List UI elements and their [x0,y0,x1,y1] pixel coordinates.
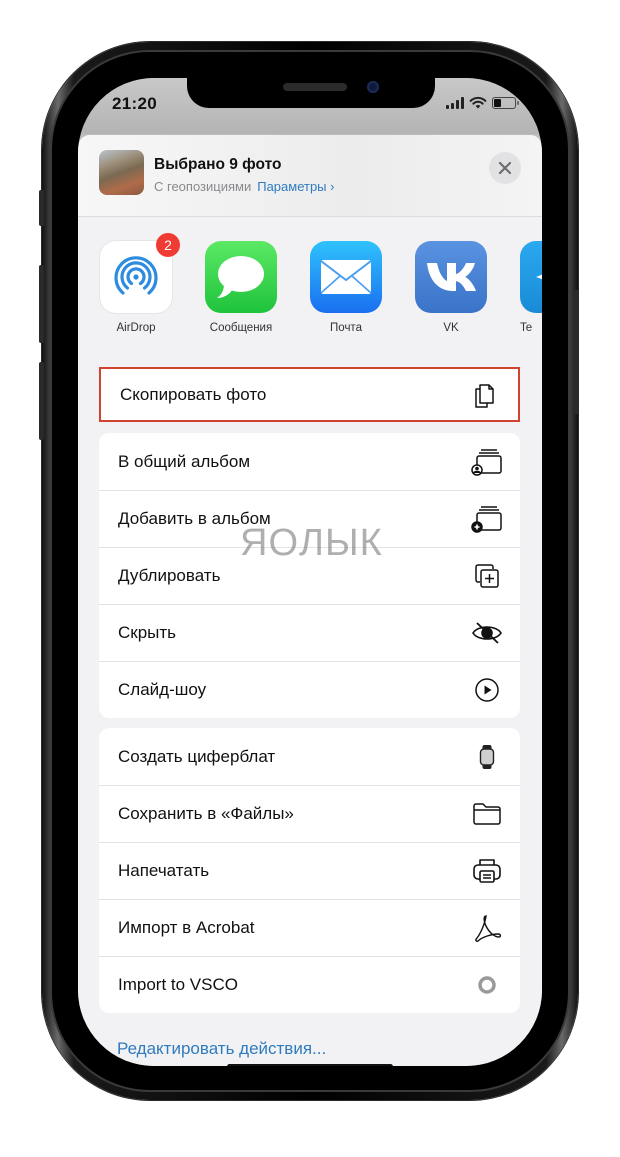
chevron-right-icon: › [330,179,335,194]
action-slideshow[interactable]: Слайд-шоу [99,661,520,718]
options-link-label: Параметры [257,179,327,194]
actions-group-photos: В общий альбом Добавить в альбом Дублиро… [99,433,520,718]
action-label: Import to VSCO [118,974,238,994]
vk-icon [415,241,487,313]
geolocation-label: С геопозициями [154,179,252,194]
action-label: Импорт в Acrobat [118,917,255,937]
action-label: Слайд-шоу [118,679,207,699]
status-icons [446,96,519,109]
app-label: Почта [330,322,362,334]
action-copy-photo[interactable]: Скопировать фото [101,369,518,420]
volume-down-button [39,362,44,440]
print-icon [471,855,503,887]
app-telegram[interactable]: Te [511,241,542,334]
folder-icon [471,798,503,830]
volume-up-button [39,265,44,343]
action-import-vsco[interactable]: Import to VSCO [99,956,520,1013]
app-airdrop[interactable]: 2 AirDrop [91,233,181,334]
selection-title: Выбрано 9 фото [154,156,282,173]
action-label: Добавить в альбом [118,508,271,528]
watch-face-icon [471,741,503,773]
power-button [574,290,579,414]
mail-icon [310,241,382,313]
app-label: VK [443,322,459,334]
messages-icon [205,241,277,313]
action-label: Напечатать [118,860,210,880]
status-time: 21:20 [112,94,157,113]
shared-album-icon [471,446,503,478]
selection-subtitle: С геопозициями Параметры › [154,179,335,194]
cellular-signal-icon [446,96,464,109]
options-link[interactable]: Параметры › [257,179,334,194]
copy-photo-card: Скопировать фото [99,367,520,422]
home-indicator[interactable] [227,1064,393,1066]
telegram-icon [520,241,542,313]
close-button[interactable] [489,152,521,184]
close-icon [498,161,512,175]
duplicate-icon [471,560,503,592]
wifi-icon [469,96,487,109]
battery-icon [492,96,519,109]
app-label: Сообщения [209,322,273,334]
status-bar: 21:20 [78,78,542,134]
action-hide[interactable]: Скрыть [99,604,520,661]
share-apps-row: 2 AirDrop Сообщения Почта VK Te [78,218,542,346]
notch [187,78,435,108]
share-sheet: Выбрано 9 фото С геопозициями Параметры › [78,135,542,1066]
edit-actions-link[interactable]: Редактировать действия... [117,1039,326,1059]
app-label: Te [520,322,533,334]
action-label: Скрыть [118,622,177,642]
app-messages[interactable]: Сообщения [196,241,286,334]
front-camera [367,81,379,93]
play-circle-icon [471,674,503,706]
action-print[interactable]: Напечатать [99,842,520,899]
action-import-acrobat[interactable]: Импорт в Acrobat [99,899,520,956]
acrobat-icon [471,912,503,944]
action-add-to-album[interactable]: Добавить в альбом [99,490,520,547]
hide-icon [471,617,503,649]
actions-group-apps: Создать циферблат Сохранить в «Файлы» На… [99,728,520,1013]
battery-level [494,98,501,107]
notification-badge: 2 [156,233,180,257]
share-sheet-header: Выбрано 9 фото С геопозициями Параметры › [78,135,542,217]
action-duplicate[interactable]: Дублировать [99,547,520,604]
app-label: AirDrop [116,322,156,334]
action-create-watch-face[interactable]: Создать циферблат [99,728,520,785]
app-mail[interactable]: Почта [301,241,391,334]
silent-switch [39,190,44,226]
photo-thumbnail [99,150,144,195]
action-save-to-files[interactable]: Сохранить в «Файлы» [99,785,520,842]
speaker-grille [283,83,347,91]
vsco-icon [471,969,503,1001]
action-shared-album[interactable]: В общий альбом [99,433,520,490]
action-label: В общий альбом [118,451,251,471]
airdrop-icon: 2 [100,233,180,313]
app-vk[interactable]: VK [406,241,496,334]
action-label: Дублировать [118,565,221,585]
action-label: Создать циферблат [118,746,276,766]
action-label: Сохранить в «Файлы» [118,803,294,823]
copy-icon [469,379,501,411]
action-label: Скопировать фото [120,384,267,404]
screen: 21:20 Выбрано 9 фото С геопозициями Пара… [78,78,542,1066]
add-to-album-icon [471,503,503,535]
